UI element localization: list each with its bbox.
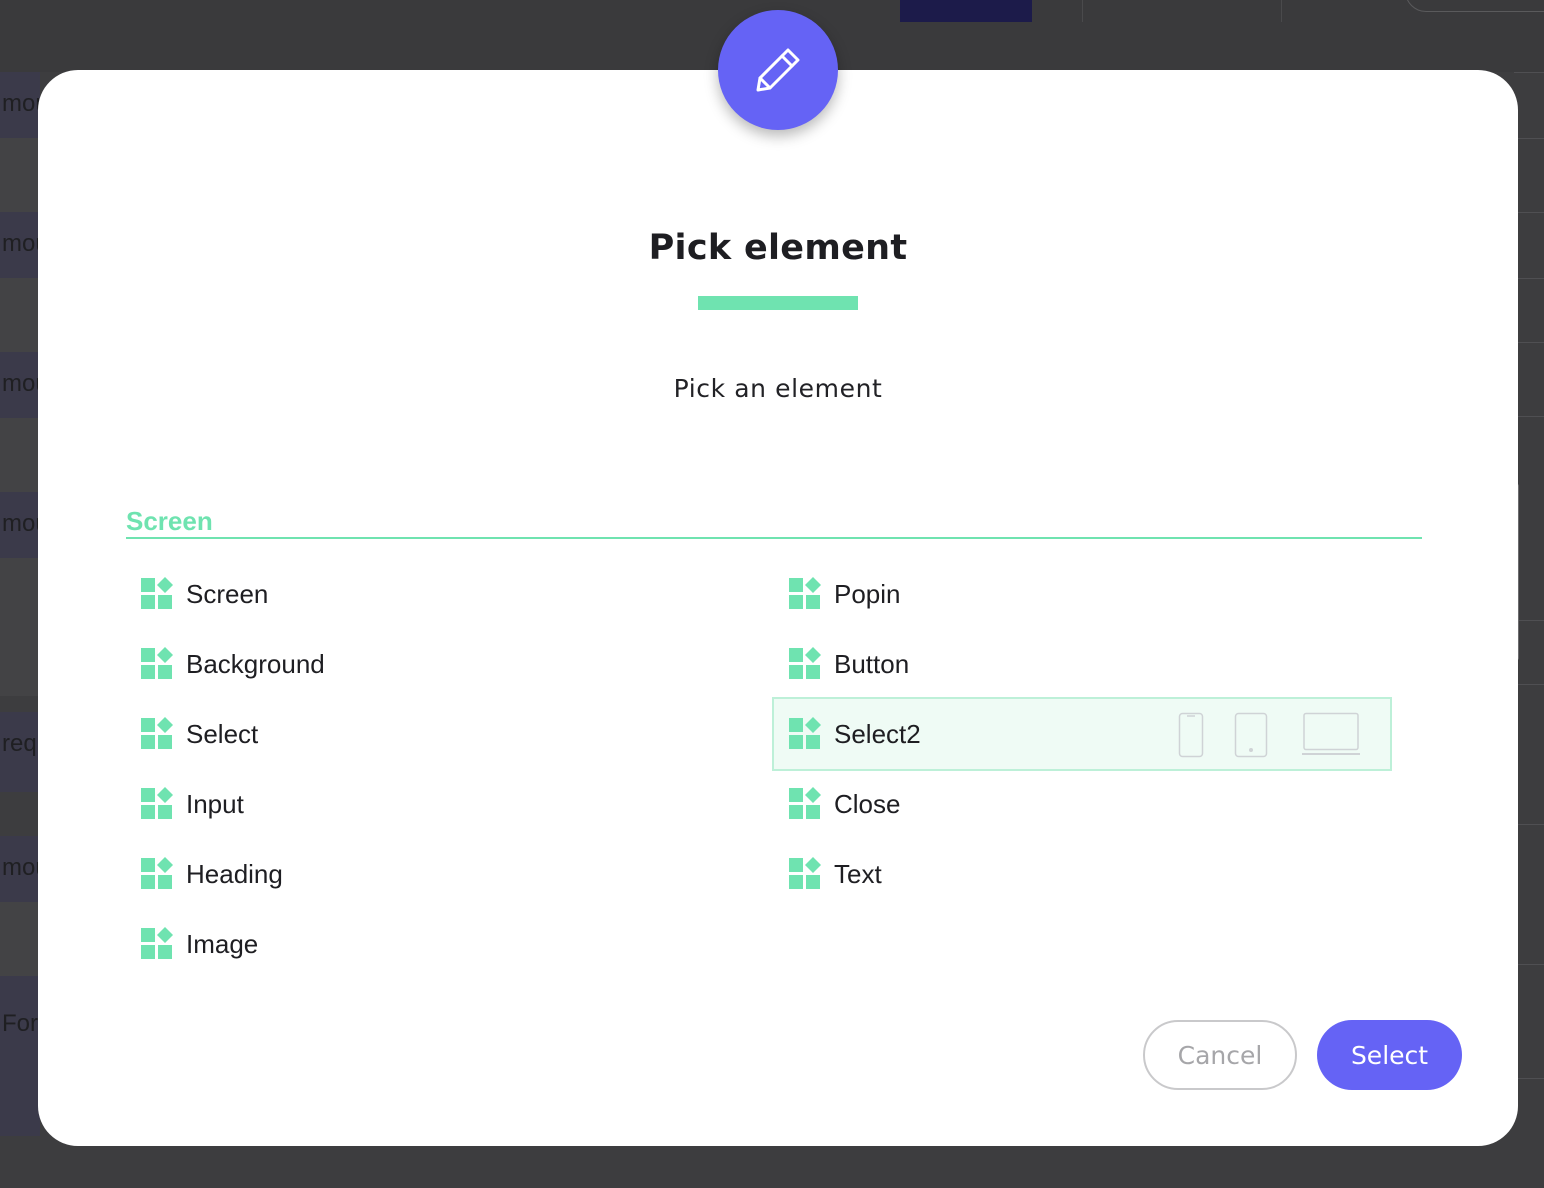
element-item-input[interactable]: Input [126, 768, 746, 840]
background-divider [1514, 212, 1544, 213]
background-divider [1514, 278, 1544, 279]
title-underline [698, 296, 858, 310]
device-preview-group [1178, 711, 1360, 759]
section-title: Screen [126, 506, 213, 536]
element-item-label: Image [186, 928, 259, 959]
element-item-heading[interactable]: Heading [126, 838, 746, 910]
background-divider [1514, 824, 1544, 825]
laptop-icon[interactable] [1302, 712, 1360, 758]
widgets-icon [141, 787, 173, 819]
widgets-icon [141, 577, 173, 609]
background-row-spacer [0, 418, 40, 492]
element-item-text[interactable]: Text [774, 838, 1394, 910]
dialog-title: Pick element [648, 228, 908, 268]
element-item-label: Close [834, 788, 901, 819]
element-item-close[interactable]: Close [774, 768, 1394, 840]
widgets-icon [789, 787, 821, 819]
background-divider [1514, 964, 1544, 965]
background-row: mou [0, 72, 40, 138]
background-row: mou [0, 836, 40, 902]
background-block [900, 0, 1032, 22]
background-divider [1281, 0, 1282, 22]
edit-badge [718, 10, 838, 130]
background-divider [1514, 342, 1544, 343]
element-item-label: Popin [834, 578, 901, 609]
background-row-spacer [0, 902, 40, 976]
dialog-subtitle: Pick an element [673, 374, 883, 403]
section-header: Screen [126, 506, 1422, 539]
widgets-icon [789, 717, 821, 749]
pick-element-dialog: Pick element Pick an element Screen Scre… [38, 70, 1518, 1146]
element-item-screen[interactable]: Screen [126, 558, 746, 630]
element-item-label: Screen [186, 578, 269, 609]
background-divider [1514, 72, 1544, 73]
background-row-spacer [0, 278, 40, 352]
background-row-spacer [0, 138, 40, 212]
pencil-icon [756, 48, 800, 92]
background-row: mou [0, 492, 40, 558]
widgets-icon [789, 577, 821, 609]
cancel-button[interactable]: Cancel [1143, 1020, 1297, 1090]
select-button[interactable]: Select [1317, 1020, 1462, 1090]
widgets-icon [141, 717, 173, 749]
element-item-label: Select [186, 718, 259, 749]
element-item-label: Button [834, 648, 910, 679]
background-pill [1405, 0, 1544, 12]
background-row: Forr [0, 976, 40, 1136]
background-row: mou [0, 212, 40, 278]
background-divider [1514, 138, 1544, 139]
element-item-select2[interactable]: Select2 [772, 697, 1392, 771]
element-item-label: Heading [186, 858, 283, 889]
background-divider [1082, 0, 1083, 22]
widgets-icon [141, 647, 173, 679]
element-item-image[interactable]: Image [126, 908, 746, 980]
background-row-spacer [0, 558, 40, 696]
widgets-icon [141, 857, 173, 889]
phone-icon[interactable] [1178, 712, 1204, 758]
element-item-label: Text [834, 858, 882, 889]
tablet-icon[interactable] [1234, 712, 1268, 758]
element-item-select[interactable]: Select [126, 698, 746, 770]
element-item-button[interactable]: Button [774, 628, 1394, 700]
background-divider [1514, 416, 1544, 417]
background-row: mou [0, 352, 40, 418]
widgets-icon [141, 927, 173, 959]
element-item-label: Input [186, 788, 244, 819]
widgets-icon [789, 857, 821, 889]
widgets-icon [789, 647, 821, 679]
background-divider [1514, 1078, 1544, 1079]
element-item-label: Select2 [834, 718, 921, 749]
element-item-popin[interactable]: Popin [774, 558, 1394, 630]
element-item-label: Background [186, 648, 325, 679]
background-divider [1514, 684, 1544, 685]
element-item-background[interactable]: Background [126, 628, 746, 700]
background-row: requ [0, 712, 40, 792]
